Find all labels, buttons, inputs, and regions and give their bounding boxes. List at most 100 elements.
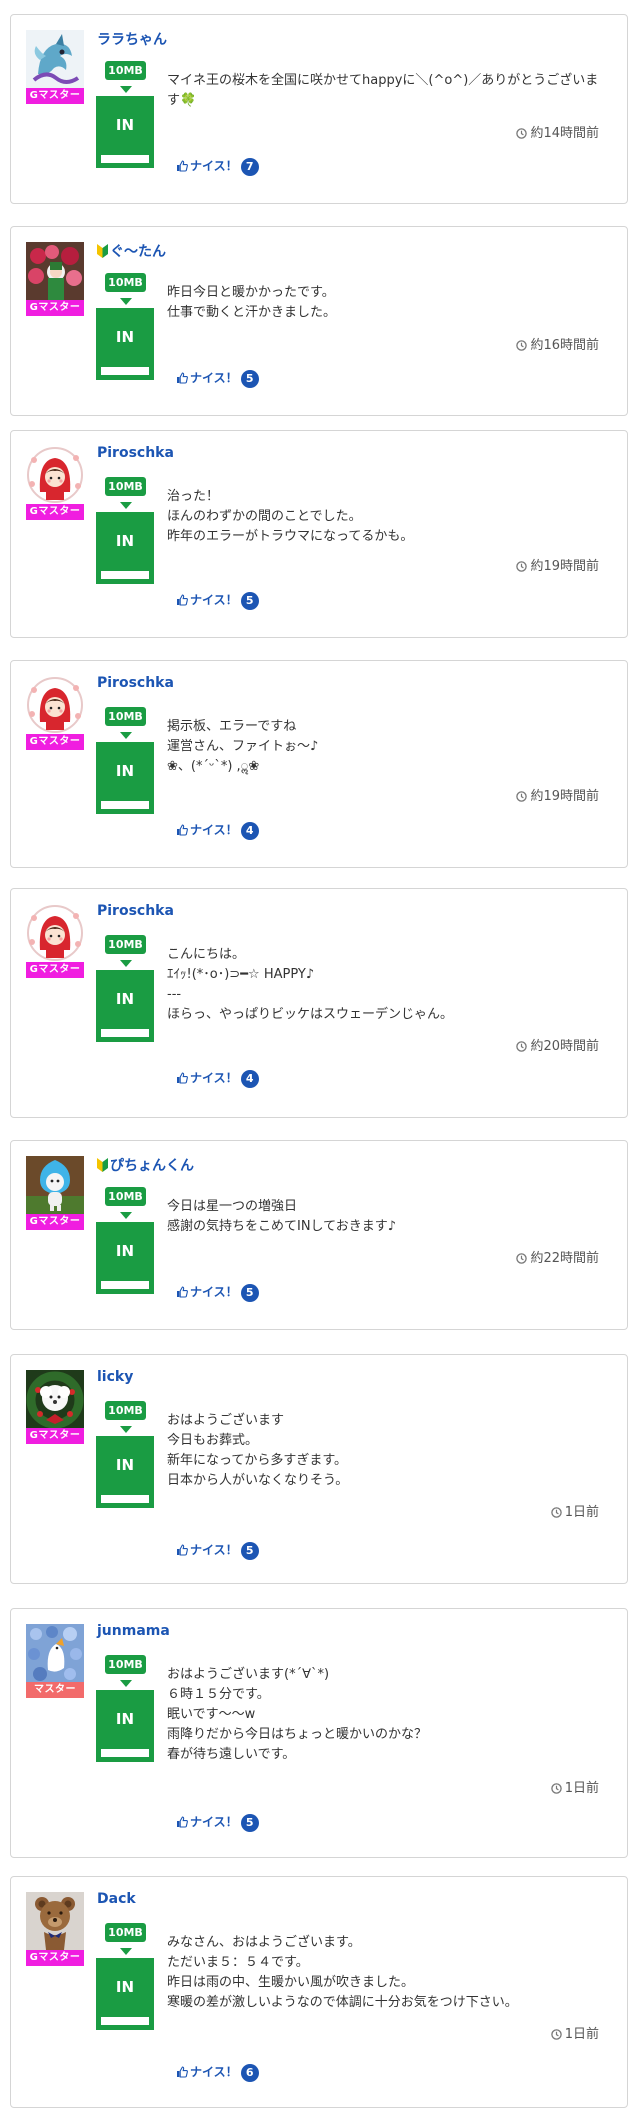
nice-label: ナイス！ [190, 1285, 238, 1299]
dragon-avatar[interactable] [26, 30, 84, 88]
nice-button[interactable]: ナイス！ 6 [176, 2063, 259, 2082]
timestamp-text: 約20時間前 [530, 1039, 599, 1054]
nice-label: ナイス！ [190, 159, 238, 173]
beginner-mark-icon [97, 244, 108, 262]
teddy-bear-avatar[interactable] [26, 1892, 84, 1950]
username-link[interactable]: licky [97, 1369, 133, 1385]
timestamp-text: 約14時間前 [530, 126, 599, 141]
rank-badge: Gマスター [26, 962, 84, 978]
in-status-label: IN [101, 1958, 149, 2017]
nice-count-badge: 4 [240, 822, 259, 840]
post-card: マスター junmama 10MB IN おはようございます(*´∀`*) ６時… [10, 1608, 628, 1858]
nice-count-badge: 5 [240, 592, 259, 610]
nice-button[interactable]: ナイス！ 5 [176, 369, 259, 388]
down-arrow-icon [120, 960, 132, 967]
username-link[interactable]: Dack [97, 1891, 136, 1907]
post-timestamp: 1日前 [550, 1777, 599, 1798]
rank-badge: Gマスター [26, 734, 84, 750]
nice-button[interactable]: ナイス！ 7 [176, 157, 259, 176]
thumbs-up-icon [176, 160, 188, 175]
in-status-box: IN [96, 970, 154, 1042]
username-text: ぐ〜たん [110, 244, 166, 260]
username-link[interactable]: Piroschka [97, 903, 174, 919]
in-status-box: IN [96, 1222, 154, 1294]
username-text: Piroschka [97, 675, 174, 691]
thumbs-up-icon [176, 594, 188, 609]
in-status-box: IN [96, 308, 154, 380]
clock-icon [516, 1253, 528, 1268]
down-arrow-icon [120, 732, 132, 739]
clock-icon [516, 1041, 528, 1056]
red-hood-avatar[interactable] [26, 676, 84, 734]
beginner-mark-icon [97, 1158, 108, 1176]
nice-label: ナイス！ [190, 823, 238, 837]
post-card: Gマスター Piroschka 10MB IN 治った！ ほんのわずかの間のこと… [10, 430, 628, 638]
blue-flowers-avatar[interactable] [26, 1624, 84, 1682]
nice-count-badge: 5 [240, 370, 259, 388]
username-link[interactable]: ぐ〜たん [97, 241, 166, 262]
thumbs-up-icon [176, 824, 188, 839]
in-status-box: IN [96, 1690, 154, 1762]
post-timestamp: 約16時間前 [516, 334, 599, 355]
nice-label: ナイス！ [190, 1071, 238, 1085]
in-status-box: IN [96, 1958, 154, 2030]
nice-count-badge: 5 [240, 1542, 259, 1560]
thumbs-up-icon [176, 1544, 188, 1559]
clock-icon [516, 561, 528, 576]
username-text: Piroschka [97, 903, 174, 919]
mascot-avatar[interactable] [26, 1156, 84, 1214]
nice-label: ナイス！ [190, 371, 238, 385]
in-status-label: IN [101, 512, 149, 571]
username-text: Dack [97, 1891, 136, 1907]
nice-button[interactable]: ナイス！ 4 [176, 1069, 259, 1088]
username-text: junmama [97, 1623, 170, 1639]
nice-button[interactable]: ナイス！ 5 [176, 1541, 259, 1560]
clock-icon [550, 1783, 562, 1798]
post-card: Gマスター ララちゃん 10MB IN マイネ王の桜木を全国に咲かせてhappy… [10, 14, 628, 204]
username-text: licky [97, 1369, 134, 1385]
nice-button[interactable]: ナイス！ 5 [176, 1813, 259, 1832]
in-status-box: IN [96, 742, 154, 814]
nice-button[interactable]: ナイス！ 4 [176, 821, 259, 840]
timestamp-text: 約16時間前 [530, 338, 599, 353]
nice-button[interactable]: ナイス！ 5 [176, 591, 259, 610]
thumbs-up-icon [176, 1286, 188, 1301]
clock-icon [516, 791, 528, 806]
in-status-label: IN [101, 970, 149, 1029]
nice-label: ナイス！ [190, 593, 238, 607]
rank-badge: マスター [26, 1682, 84, 1698]
nice-label: ナイス！ [190, 1815, 238, 1829]
timestamp-text: 1日前 [564, 1781, 599, 1796]
nice-count-badge: 7 [240, 158, 259, 176]
nice-count-badge: 4 [240, 1070, 259, 1088]
down-arrow-icon [120, 298, 132, 305]
rank-badge: Gマスター [26, 88, 84, 104]
in-status-label: IN [101, 1222, 149, 1281]
in-status-label: IN [101, 1690, 149, 1749]
post-timestamp: 約22時間前 [516, 1247, 599, 1268]
username-link[interactable]: Piroschka [97, 675, 174, 691]
post-timestamp: 約14時間前 [516, 122, 599, 143]
username-link[interactable]: junmama [97, 1623, 170, 1639]
red-hood-avatar[interactable] [26, 446, 84, 504]
capacity-badge: 10MB [105, 1401, 146, 1420]
post-card: Gマスター Dack 10MB IN みなさん、おはようございます。 ただいま５… [10, 1876, 628, 2108]
in-status-box: IN [96, 96, 154, 168]
username-link[interactable]: ララちゃん [97, 29, 167, 49]
nice-button[interactable]: ナイス！ 5 [176, 1283, 259, 1302]
dog-wreath-avatar[interactable] [26, 1370, 84, 1428]
timestamp-text: 1日前 [564, 1505, 599, 1520]
in-status-label: IN [101, 96, 149, 155]
flowers-avatar[interactable] [26, 242, 84, 300]
rank-badge: Gマスター [26, 1214, 84, 1230]
thumbs-up-icon [176, 2066, 188, 2081]
red-hood-avatar[interactable] [26, 904, 84, 962]
rank-badge: Gマスター [26, 504, 84, 520]
username-link[interactable]: Piroschka [97, 445, 174, 461]
rank-badge: Gマスター [26, 1428, 84, 1444]
capacity-badge: 10MB [105, 1187, 146, 1206]
post-timestamp: 1日前 [550, 2023, 599, 2044]
username-link[interactable]: ぴちょんくん [97, 1155, 194, 1176]
post-message: こんにちは。 ｴｲｯ!(*･o･)⊃━☆ HAPPY♪ --- ほらっ、やっぱり… [167, 947, 454, 1022]
post-message: マイネ王の桜木を全国に咲かせてhappyに＼(^o^)／ありがとうございます🍀 [167, 73, 599, 108]
